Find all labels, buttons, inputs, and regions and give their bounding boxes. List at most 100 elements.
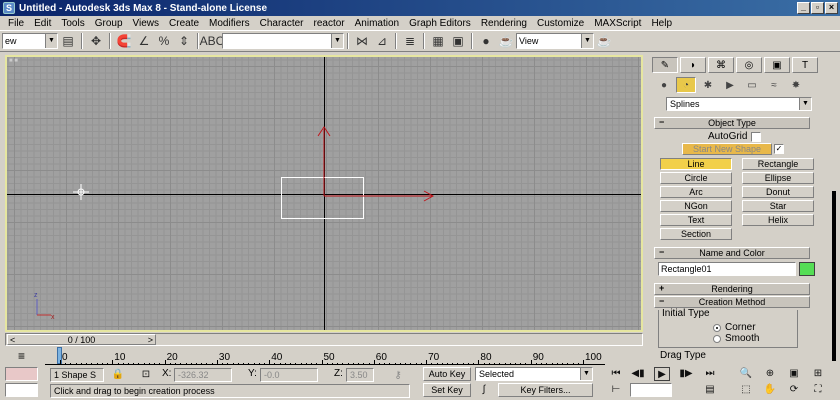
play-icon[interactable]: ▶ — [654, 367, 670, 381]
start-new-shape-button[interactable]: Start New Shape — [682, 143, 772, 155]
hierarchy-tab-icon[interactable]: ⌘ — [708, 57, 734, 73]
zoom-icon[interactable]: 🔍 — [738, 367, 754, 381]
layer-manager-icon[interactable]: ≣ — [400, 32, 420, 50]
section-button[interactable]: Section — [660, 228, 732, 240]
menu-edit[interactable]: Edit — [29, 18, 56, 29]
menu-create[interactable]: Create — [164, 18, 204, 29]
arc-button[interactable]: Arc — [660, 186, 732, 198]
geometry-icon[interactable]: ● — [654, 77, 674, 93]
ellipse-button[interactable]: Ellipse — [742, 172, 814, 184]
time-slider[interactable]: < 0 / 100 > — [5, 333, 643, 346]
display-tab-icon[interactable]: ▣ — [764, 57, 790, 73]
donut-button[interactable]: Donut — [742, 186, 814, 198]
menu-group[interactable]: Group — [90, 18, 128, 29]
utilities-tab-icon[interactable]: T — [792, 57, 818, 73]
corner-option[interactable]: Corner — [713, 322, 756, 333]
menu-reactor[interactable]: reactor — [309, 18, 350, 29]
transform-gizmo[interactable]: z x — [7, 57, 643, 332]
named-selection-dropdown[interactable]: ▼ — [222, 33, 344, 49]
trackbar-menu-icon[interactable]: ≡ — [18, 349, 25, 363]
zoom-extents-icon[interactable]: ▣ — [786, 367, 802, 381]
menu-file[interactable]: File — [3, 18, 29, 29]
menu-customize[interactable]: Customize — [532, 18, 589, 29]
object-type-header[interactable]: − Object Type — [654, 117, 810, 129]
menu-views[interactable]: Views — [128, 18, 165, 29]
snap-3d-icon[interactable]: 🧲 — [114, 32, 134, 50]
motion-tab-icon[interactable]: ◎ — [736, 57, 762, 73]
time-prev-button[interactable]: < — [10, 335, 15, 345]
set-key-icon[interactable]: ⚷ — [385, 369, 411, 383]
menu-maxscript[interactable]: MAXScript — [589, 18, 646, 29]
app-logo-icon[interactable]: S — [3, 2, 15, 14]
helpers-icon[interactable]: ▭ — [742, 77, 762, 93]
menu-character[interactable]: Character — [255, 18, 309, 29]
region-zoom-icon[interactable]: ⬚ — [738, 383, 754, 397]
go-to-end-icon[interactable]: ⏭ — [702, 367, 718, 381]
create-tab-icon[interactable]: ✎ — [652, 57, 678, 73]
schematic-view-icon[interactable]: ▣ — [448, 32, 468, 50]
y-coordinate-field[interactable]: -0.0 — [260, 368, 318, 382]
pan-hand-icon[interactable]: ✋ — [762, 383, 778, 397]
smooth-radio[interactable] — [713, 334, 721, 343]
zoom-all-icon[interactable]: ⊕ — [762, 367, 778, 381]
default-tangent-icon[interactable]: ∫ — [476, 383, 492, 397]
command-panel-scrollbar[interactable] — [828, 128, 840, 361]
lights-icon[interactable]: ✱ — [698, 77, 718, 93]
key-mode-toggle-icon[interactable]: ⊢ — [608, 383, 624, 397]
auto-key-button[interactable]: Auto Key — [423, 367, 471, 381]
go-to-start-icon[interactable]: ⏮ — [608, 367, 624, 381]
creation-method-header[interactable]: − Creation Method — [654, 296, 810, 308]
category-dropdown[interactable]: Splines ▼ — [666, 97, 812, 111]
render-scene-icon[interactable]: ☕ — [496, 32, 516, 50]
angle-snap-icon[interactable]: ∠ — [134, 32, 154, 50]
current-frame-field[interactable] — [630, 383, 672, 397]
next-frame-icon[interactable]: ▮▶ — [678, 367, 694, 381]
scrollbar-thumb[interactable] — [832, 191, 836, 361]
trackbar[interactable]: 0 10 20 30 40 50 60 70 80 90 100 — [45, 347, 643, 365]
menu-tools[interactable]: Tools — [56, 18, 89, 29]
mirror-icon[interactable]: ⋈ — [352, 32, 372, 50]
time-slider-thumb[interactable]: < 0 / 100 > — [7, 334, 156, 345]
minimize-button[interactable]: _ — [797, 2, 810, 14]
maxscript-listener-mini[interactable] — [5, 367, 38, 381]
space-warps-icon[interactable]: ≈ — [764, 77, 784, 93]
helix-button[interactable]: Helix — [742, 214, 814, 226]
absolute-mode-icon[interactable]: ⊡ — [138, 368, 154, 382]
rendering-header[interactable]: + Rendering — [654, 283, 810, 295]
object-name-field[interactable]: Rectangle01 — [658, 262, 796, 276]
quick-render-icon[interactable]: ☕ — [594, 32, 614, 50]
time-configuration-icon[interactable]: ▤ — [702, 383, 718, 397]
autogrid-checkbox[interactable] — [751, 131, 762, 142]
ngon-button[interactable]: NGon — [660, 200, 732, 212]
key-filters-button[interactable]: Key Filters... — [498, 383, 593, 397]
restore-button[interactable]: ▫ — [811, 2, 824, 14]
menu-rendering[interactable]: Rendering — [476, 18, 532, 29]
lock-icon[interactable]: 🔒 — [110, 368, 126, 382]
text-button[interactable]: Text — [660, 214, 732, 226]
line-button[interactable]: Line — [660, 158, 732, 170]
close-button[interactable]: × — [825, 2, 838, 14]
x-coordinate-field[interactable]: -326.32 — [174, 368, 232, 382]
set-key-button[interactable]: Set Key — [423, 383, 471, 397]
start-new-shape-checkbox[interactable]: ✓ — [774, 144, 784, 154]
shapes-icon[interactable]: ◔ — [676, 77, 696, 93]
menu-help[interactable]: Help — [646, 18, 677, 29]
previous-frame-icon[interactable]: ◀▮ — [630, 367, 646, 381]
align-icon[interactable]: ⊿ — [372, 32, 392, 50]
systems-icon[interactable]: ✸ — [786, 77, 806, 93]
cameras-icon[interactable]: ▶ — [720, 77, 740, 93]
maxscript-input-mini[interactable] — [5, 383, 38, 397]
top-viewport[interactable]: ■ ■ z x — [5, 55, 643, 332]
star-button[interactable]: Star — [742, 200, 814, 212]
z-coordinate-field[interactable]: 3.50 — [346, 368, 374, 382]
name-color-header[interactable]: − Name and Color — [654, 247, 810, 259]
rectangle-button[interactable]: Rectangle — [742, 158, 814, 170]
circle-button[interactable]: Circle — [660, 172, 732, 184]
key-mode-dropdown[interactable]: Selected ▼ — [475, 367, 593, 381]
edit-named-selection-icon[interactable]: ABC — [200, 32, 225, 50]
object-color-swatch[interactable] — [799, 262, 815, 276]
select-and-move-icon[interactable]: ✥ — [86, 32, 106, 50]
zoom-extents-all-icon[interactable]: ⊞ — [810, 367, 826, 381]
menu-modifiers[interactable]: Modifiers — [204, 18, 255, 29]
modify-tab-icon[interactable]: ◗ — [680, 57, 706, 73]
